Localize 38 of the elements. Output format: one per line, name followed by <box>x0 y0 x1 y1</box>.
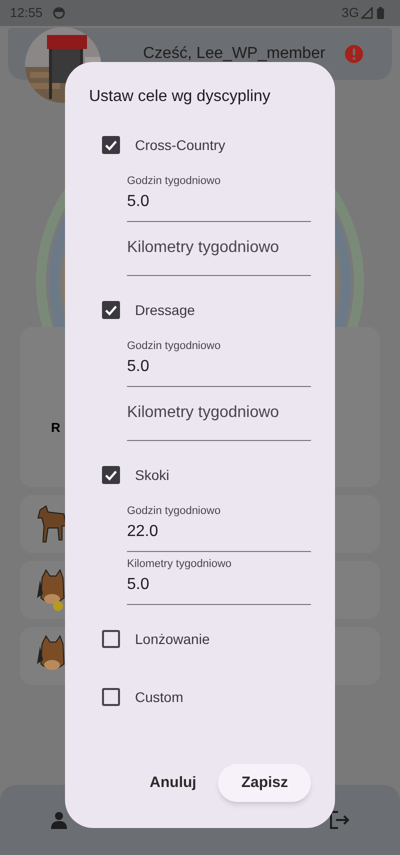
field-value: 5.0 <box>127 192 150 212</box>
input-field[interactable]: Godzin tygodniowo 22.0 <box>127 499 311 552</box>
save-button[interactable]: Zapisz <box>218 764 311 802</box>
checkbox-label: Dressage <box>135 300 195 320</box>
checkbox-label: Skoki <box>135 466 170 484</box>
person-icon[interactable] <box>50 811 68 829</box>
network-label: 3G <box>342 4 359 22</box>
card-title: R <box>51 418 60 436</box>
checkbox[interactable] <box>102 301 120 319</box>
dialog-title: Ustaw cele wg dyscypliny <box>89 87 272 107</box>
input-field[interactable]: Godzin tygodniowo 5.0 <box>127 169 311 222</box>
battery-icon <box>377 7 384 19</box>
field-value: 5.0 <box>127 575 150 595</box>
checkbox-label: Cross-Country <box>135 136 226 155</box>
field-label: Godzin tygodniowo <box>127 339 222 353</box>
app-icon <box>52 7 65 19</box>
input-field[interactable]: Godzin tygodniowo 5.0 <box>127 334 311 387</box>
status-time: 12:55 <box>10 4 43 22</box>
input-field[interactable]: Kilometry tygodniowo 5.0 <box>127 552 311 605</box>
field-label: Godzin tygodniowo <box>127 174 222 188</box>
field-label: Kilometry tygodniowo <box>127 403 280 423</box>
checkbox[interactable] <box>102 136 120 154</box>
field-value: 22.0 <box>127 522 160 542</box>
cancel-button[interactable]: Anuluj <box>138 764 208 802</box>
logout-icon[interactable] <box>330 811 350 829</box>
greeting-text: Cześć, Lee_WP_member <box>143 44 326 64</box>
field-value: 5.0 <box>127 357 150 377</box>
field-label: Kilometry tygodniowo <box>127 557 233 571</box>
field-label: Godzin tygodniowo <box>127 504 222 518</box>
signal-icon <box>361 7 373 19</box>
input-field[interactable]: Kilometry tygodniowo <box>127 387 311 441</box>
checkbox-label: Custom <box>135 688 184 706</box>
field-label: Kilometry tygodniowo <box>127 238 280 258</box>
input-field[interactable]: Kilometry tygodniowo <box>127 222 311 276</box>
checkbox-label: Lonżowanie <box>135 630 210 648</box>
checkbox[interactable] <box>102 466 120 484</box>
checkbox[interactable] <box>102 630 120 648</box>
checkbox[interactable] <box>102 688 120 706</box>
